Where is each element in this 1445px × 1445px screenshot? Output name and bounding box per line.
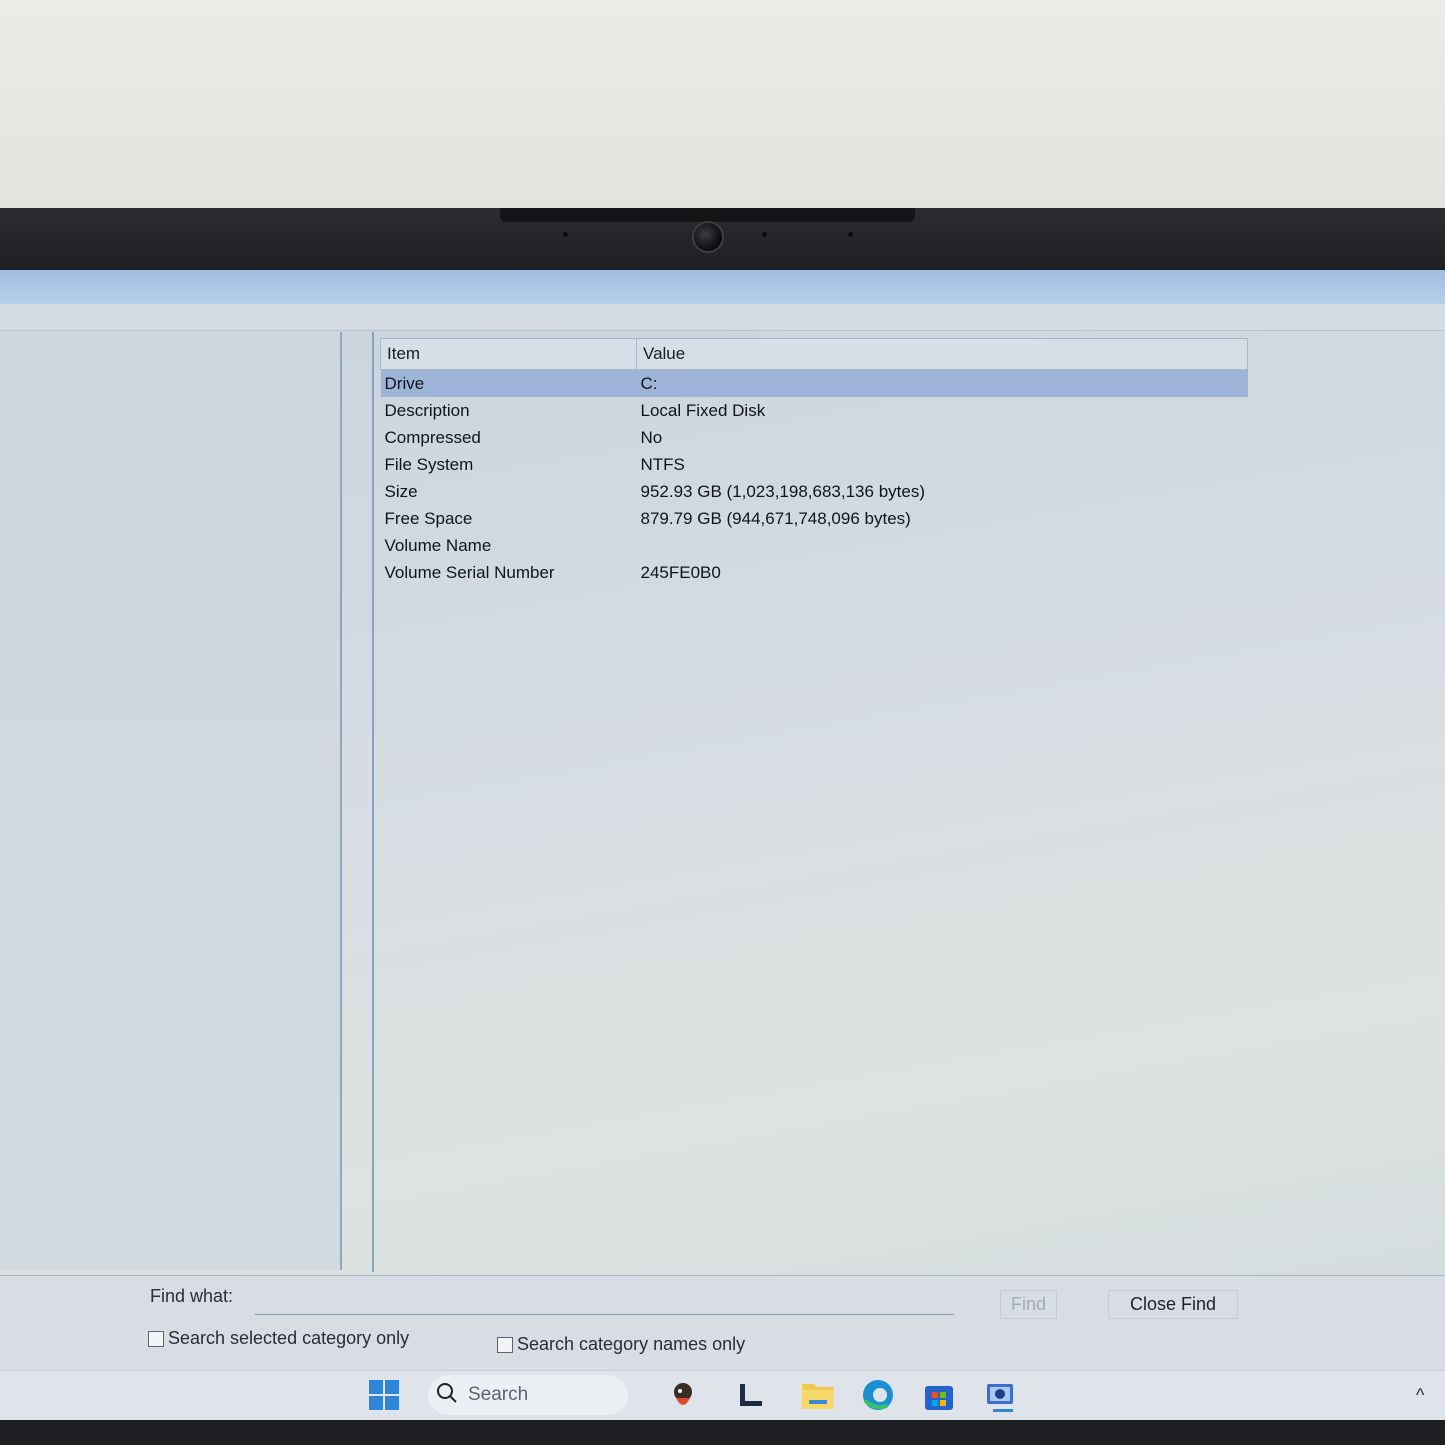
taskbar: Search ^: [0, 1370, 1445, 1420]
checkbox-label: Search category names only: [517, 1334, 746, 1354]
screen: Item Value Drive C: Description Local Fi…: [0, 270, 1445, 1420]
checkbox-box[interactable]: [497, 1336, 513, 1353]
microsoft-store-icon[interactable]: [921, 1377, 957, 1413]
system-information-icon[interactable]: [982, 1377, 1018, 1413]
search-selected-category-checkbox[interactable]: Search selected category only: [148, 1328, 409, 1349]
search-label: Search: [468, 1384, 529, 1405]
show-hidden-icons-chevron-icon[interactable]: ^: [1416, 1385, 1424, 1406]
find-what-input[interactable]: [255, 1282, 954, 1315]
row-value: Local Fixed Disk: [640, 400, 766, 420]
row-value: 952.93 GB (1,023,198,683,136 bytes): [640, 481, 925, 501]
row-item: Size: [384, 481, 418, 501]
sensor-dot: [563, 232, 568, 237]
row-item: File System: [384, 454, 474, 474]
search-category-names-checkbox[interactable]: Search category names only: [497, 1334, 745, 1355]
table-row[interactable]: Volume Serial Number 245FE0B0: [381, 559, 1248, 586]
row-value: 879.79 GB (944,671,748,096 bytes): [640, 508, 911, 528]
category-tree-pane[interactable]: [0, 332, 342, 1270]
search-icon: [436, 1382, 458, 1409]
row-value: C:: [636, 369, 1248, 397]
file-explorer-icon[interactable]: [800, 1377, 836, 1413]
menu-bar: [0, 304, 1445, 331]
table-row[interactable]: Free Space 879.79 GB (944,671,748,096 by…: [381, 505, 1248, 532]
column-header-value[interactable]: Value: [636, 338, 1248, 370]
find-what-label: Find what:: [150, 1286, 234, 1306]
taskbar-search-box[interactable]: Search: [428, 1375, 628, 1415]
table-row[interactable]: Compressed No: [381, 424, 1248, 451]
window-titlebar: [0, 270, 1445, 304]
row-value: No: [640, 427, 663, 447]
details-table: Item Value Drive C: Description Local Fi…: [380, 338, 1248, 586]
browser-mascot-icon[interactable]: [665, 1377, 701, 1413]
table-row[interactable]: Drive C:: [380, 369, 1248, 397]
row-item: Description: [384, 400, 470, 420]
table-row[interactable]: Description Local Fixed Disk: [381, 397, 1248, 424]
row-item: Compressed: [384, 427, 481, 447]
row-item: Free Space: [384, 508, 473, 528]
table-row[interactable]: File System NTFS: [381, 451, 1248, 478]
column-header-item[interactable]: Item: [380, 338, 637, 370]
task-view-icon[interactable]: [734, 1377, 770, 1413]
row-value: 245FE0B0: [640, 562, 721, 582]
checkbox-box[interactable]: [148, 1330, 164, 1347]
sensor-dot: [848, 232, 853, 237]
windows-start-icon[interactable]: [366, 1377, 402, 1413]
row-item: Volume Name: [384, 535, 492, 555]
table-header-row: Item Value: [380, 338, 1248, 370]
row-item: Drive: [380, 369, 637, 397]
table-row[interactable]: Size 952.93 GB (1,023,198,683,136 bytes): [381, 478, 1248, 505]
checkbox-label: Search selected category only: [168, 1328, 410, 1348]
row-value: NTFS: [640, 454, 685, 474]
close-find-button[interactable]: Close Find: [1108, 1290, 1238, 1319]
background-wall: [0, 0, 1445, 215]
table-row[interactable]: Volume Name: [381, 532, 1248, 559]
find-bar: Find what: Find Close Find Search select…: [0, 1275, 1445, 1371]
row-value: [637, 532, 1248, 559]
edge-browser-icon[interactable]: [860, 1377, 896, 1413]
webcam-icon: [692, 221, 724, 253]
sensor-dot: [762, 232, 767, 237]
laptop-bottom-bezel: [0, 1420, 1445, 1445]
bezel-notch: [500, 208, 915, 222]
find-button[interactable]: Find: [1000, 1290, 1058, 1319]
details-pane: Item Value Drive C: Description Local Fi…: [372, 332, 1445, 1272]
row-item: Volume Serial Number: [384, 562, 555, 582]
